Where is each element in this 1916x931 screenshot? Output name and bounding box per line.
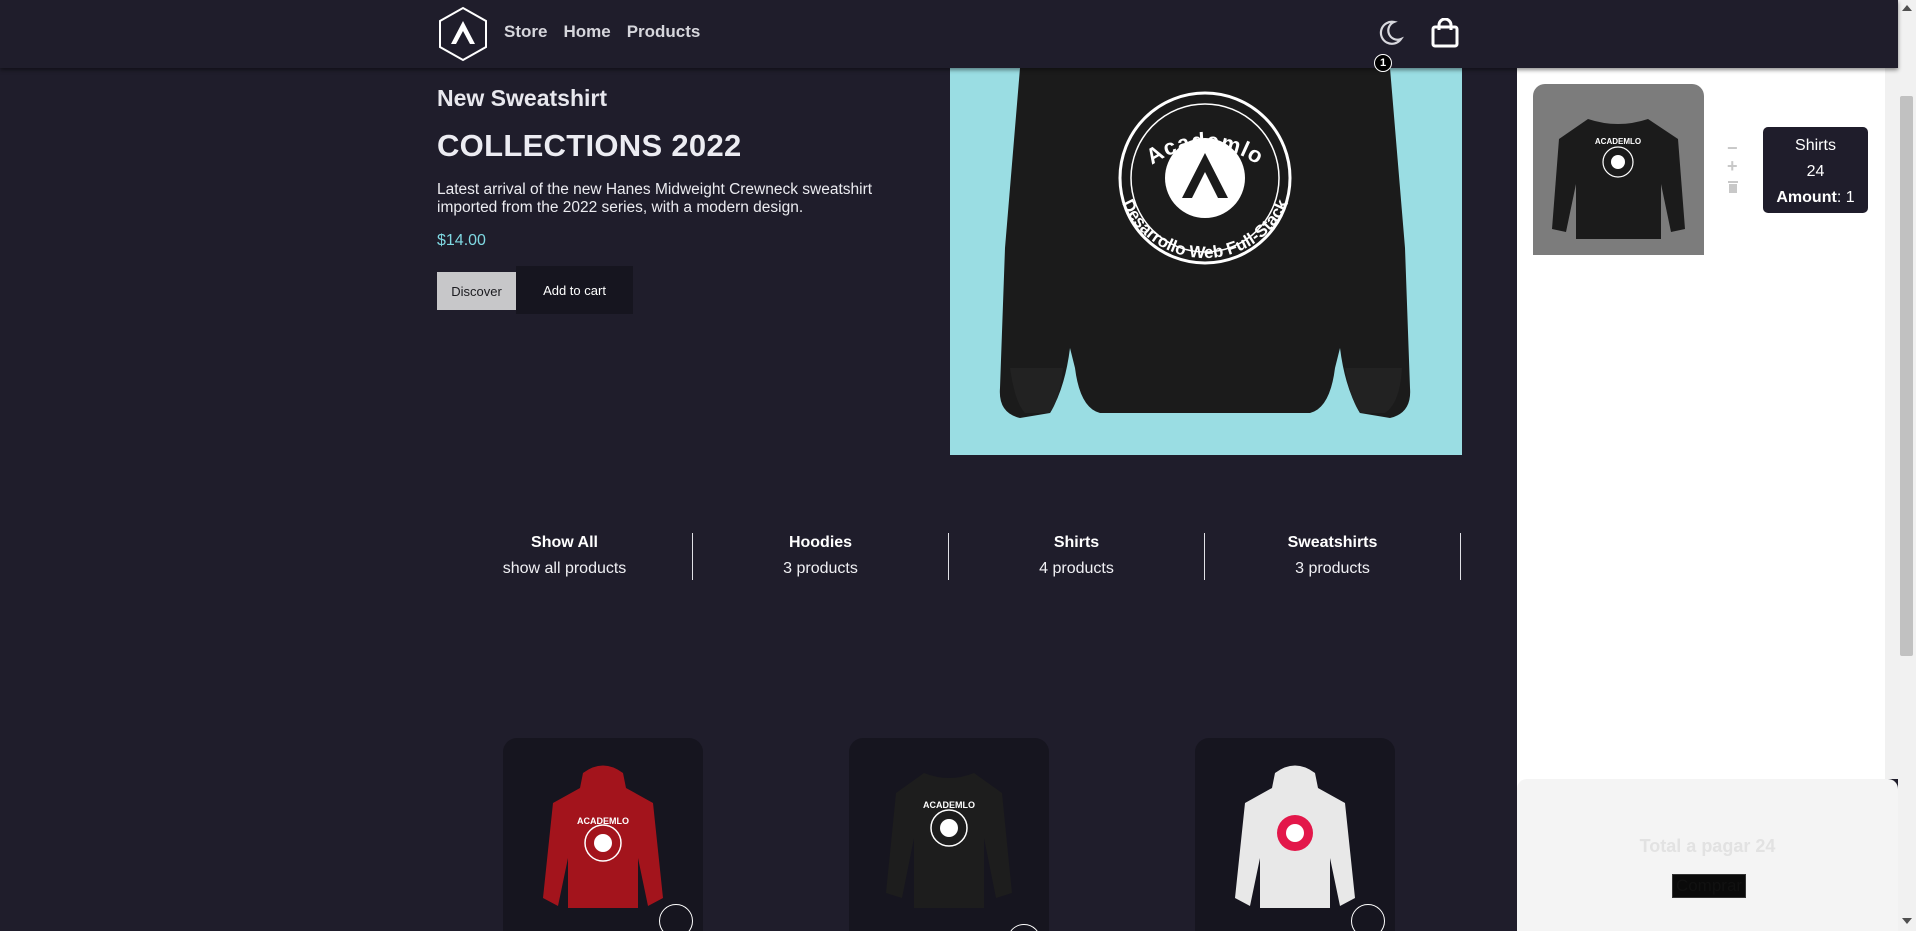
cart-footer: Total a pagar 24 Comprar [1517, 779, 1898, 931]
moon-icon[interactable] [1375, 18, 1405, 48]
cart-item-name: Shirts [1795, 137, 1836, 154]
shopping-bag-icon[interactable] [1431, 18, 1459, 48]
hoodie-image: ACADEMLO [543, 765, 663, 908]
amount-value: : 1 [1836, 189, 1855, 206]
product-card[interactable]: ACADEMLO [849, 738, 1049, 931]
main-nav: Store Home Products [504, 22, 700, 42]
cart-item-price: 24 [1806, 163, 1825, 180]
svg-text:ACADEMLO: ACADEMLO [1595, 137, 1641, 146]
hero-title: COLLECTIONS 2022 [437, 128, 742, 163]
scroll-up-arrow[interactable] [1902, 5, 1912, 11]
hero-price: $14.00 [437, 232, 486, 249]
category-name: Hoodies [788, 534, 853, 551]
card-add-button[interactable] [1007, 924, 1041, 931]
category-filter: Show All show all products Hoodies 3 pro… [437, 533, 1461, 580]
svg-text:ACADEMLO: ACADEMLO [923, 800, 975, 810]
category-name: Show All [531, 534, 598, 551]
add-to-cart-button[interactable]: Add to cart [516, 266, 633, 314]
top-header: Store Home Products 1 [0, 0, 1898, 72]
category-count: 4 products [1039, 560, 1114, 577]
cart-sweatshirt-image: ACADEMLO [1552, 119, 1685, 239]
category-count: 3 products [1295, 560, 1370, 577]
cart-count-badge: 1 [1374, 54, 1392, 72]
cart-item-amount: Amount: 1 [1763, 185, 1868, 211]
hero-subtitle: New Sweatshirt [437, 85, 607, 111]
sweatshirt-illustration: Academlo Desarrollo Web Full-Stack [999, 68, 1411, 418]
category-show-all[interactable]: Show All show all products [437, 533, 693, 580]
cart-scrollbar[interactable] [1885, 68, 1898, 779]
scroll-down-arrow[interactable] [1902, 918, 1912, 924]
hoodie-image [1235, 765, 1355, 908]
category-name: Sweatshirts [1287, 534, 1378, 551]
scrollbar-thumb[interactable] [1900, 96, 1913, 656]
product-card[interactable]: ACADEMLO [503, 738, 703, 931]
category-sweatshirts[interactable]: Sweatshirts 3 products [1205, 533, 1461, 580]
category-shirts[interactable]: Shirts 4 products [949, 533, 1205, 580]
discover-button[interactable]: Discover [437, 272, 516, 310]
plus-icon[interactable]: + [1727, 156, 1738, 177]
card-add-button[interactable] [659, 904, 693, 931]
hero-product-image: Academlo Desarrollo Web Full-Stack [950, 68, 1462, 455]
category-name: Shirts [1053, 534, 1100, 551]
buy-button[interactable]: Comprar [1672, 874, 1746, 898]
nav-products-link[interactable]: Products [627, 22, 701, 42]
academlo-logo-icon[interactable] [437, 6, 489, 62]
cart-item-image: ACADEMLO [1533, 84, 1704, 255]
nav-store-link[interactable]: Store [504, 22, 547, 42]
sweatshirt-image: ACADEMLO [886, 773, 1012, 908]
category-hoodies[interactable]: Hoodies 3 products [693, 533, 949, 580]
category-count: show all products [502, 560, 627, 577]
amount-label: Amount [1776, 189, 1837, 206]
card-add-button[interactable] [1351, 904, 1385, 931]
product-card[interactable] [1195, 738, 1395, 931]
nav-home-link[interactable]: Home [563, 22, 610, 42]
cart-total: Total a pagar 24 [1639, 836, 1776, 856]
hero-description: Latest arrival of the new Hanes Midweigh… [437, 181, 873, 216]
category-count: 3 products [783, 560, 858, 577]
trash-icon[interactable] [1727, 180, 1739, 193]
cart-item-info: Shirts 24 Amount: 1 [1763, 127, 1868, 213]
svg-text:ACADEMLO: ACADEMLO [577, 816, 629, 826]
